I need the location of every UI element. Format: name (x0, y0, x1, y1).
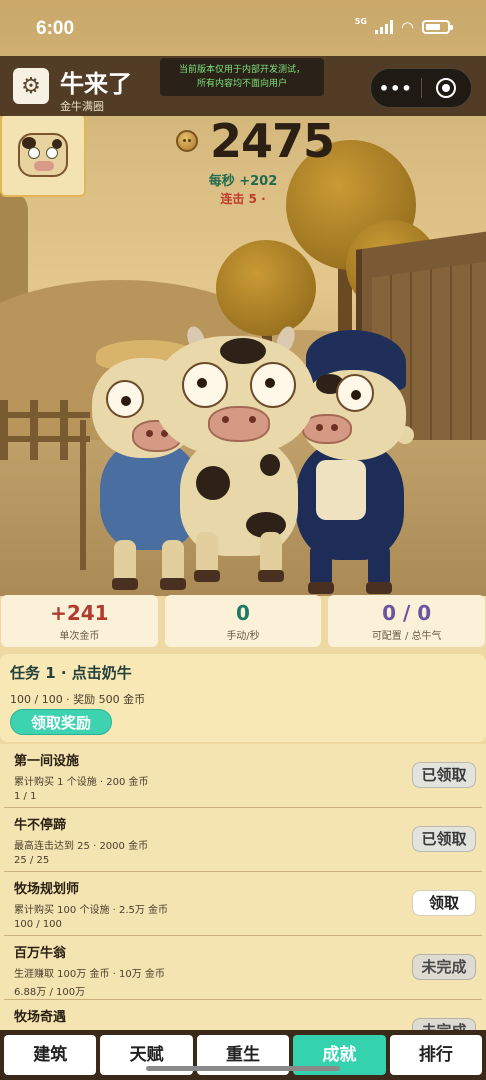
task-meta: 100 / 100 · 奖励 500 金币 (10, 693, 146, 706)
pitchfork-icon (80, 420, 86, 570)
pillow-icon (316, 460, 366, 520)
list-item: 牧场奇遇 未完成 (4, 1000, 482, 1030)
tree (216, 240, 316, 336)
achievement-claim-button[interactable]: 领取 (412, 890, 476, 916)
stat-card-per-click: +241 单次金币 (1, 595, 158, 647)
task-title: 任务 1 · 点击奶牛 (10, 664, 132, 682)
stat-card-cow-spirit: 0 / 0 可配置 / 总牛气 (328, 595, 486, 647)
battery-icon (422, 20, 453, 34)
tab-buildings[interactable]: 建筑 (4, 1035, 97, 1075)
mini-program-capsule: ••• (370, 68, 472, 108)
app-subtitle: 金牛满圈 (60, 100, 104, 113)
list-item: 第一间设施 累计购买 1 个设施 · 200 金币 1 / 1 已领取 (4, 744, 482, 808)
app-header: ⚙ 牛来了 金牛满圈 当前版本仅用于内部开发测试， 所有内容均不面向用户 ••• (0, 56, 486, 116)
coin-count: 2475 (210, 114, 335, 168)
achievement-claimed-button[interactable]: 已领取 (412, 826, 476, 852)
list-item: 百万牛翁 生涯赚取 100万 金币 · 10万 金币 6.88万 / 100万 … (4, 936, 482, 1000)
bottom-nav: 建筑 天赋 重生 成就 排行 (0, 1030, 486, 1080)
main-cow[interactable] (150, 324, 320, 582)
cow-eye (106, 380, 144, 418)
gear-icon: ⚙ (21, 73, 41, 99)
cow-eye (336, 374, 374, 412)
achievement-incomplete-button[interactable]: 未完成 (412, 954, 476, 980)
status-time: 6:00 (36, 18, 75, 39)
cow-snout (208, 406, 270, 442)
app-title: 牛来了 (60, 70, 132, 98)
cow-spot (220, 338, 266, 364)
achievement-incomplete-button[interactable]: 未完成 (412, 1018, 476, 1030)
fence (0, 400, 90, 460)
task-card: 任务 1 · 点击奶牛 100 / 100 · 奖励 500 金币 领取奖励 (0, 654, 486, 742)
claim-reward-button[interactable]: 领取奖励 (10, 709, 112, 735)
cow-spot (196, 466, 230, 500)
record-circle-icon (436, 78, 457, 98)
dev-notice: 当前版本仅用于内部开发测试， 所有内容均不面向用户 (160, 58, 324, 96)
achievement-list[interactable]: 第一间设施 累计购买 1 个设施 · 200 金币 1 / 1 已领取 牛不停蹄… (0, 744, 486, 1030)
coins-per-second: 每秒 +202 (208, 174, 278, 189)
cow-spot (260, 454, 280, 476)
home-indicator (146, 1066, 340, 1071)
settings-button[interactable]: ⚙ (13, 68, 49, 104)
network-type: 5G (354, 16, 367, 26)
cow-eye (250, 362, 296, 408)
stat-card-manual-rate: 0 手动/秒 (164, 595, 322, 647)
more-button[interactable]: ••• (371, 79, 421, 98)
cow-eye (182, 362, 228, 408)
close-button[interactable] (421, 78, 471, 98)
list-item: 牧场规划师 累计购买 100 个设施 · 2.5万 金币 100 / 100 领… (4, 872, 482, 936)
cow-leg (258, 532, 284, 582)
signal-icon (374, 20, 393, 34)
list-item: 牛不停蹄 最高连击达到 25 · 2000 金币 25 / 25 已领取 (4, 808, 482, 872)
tab-leaderboard[interactable]: 排行 (389, 1035, 483, 1075)
coin-icon (176, 130, 198, 152)
wifi-icon: ◠ (400, 18, 414, 36)
combo-counter: 连击 5 · (220, 192, 266, 206)
cow-leg (194, 532, 220, 582)
cow-leg (366, 544, 392, 594)
achievement-claimed-button[interactable]: 已领取 (412, 762, 476, 788)
cow-leg (112, 540, 138, 590)
stats-row: +241 单次金币 0 手动/秒 0 / 0 可配置 / 总牛气 (0, 595, 486, 647)
status-bar: 6:00 5G ◠ (0, 0, 486, 56)
coin-display: 2475 (176, 114, 335, 168)
